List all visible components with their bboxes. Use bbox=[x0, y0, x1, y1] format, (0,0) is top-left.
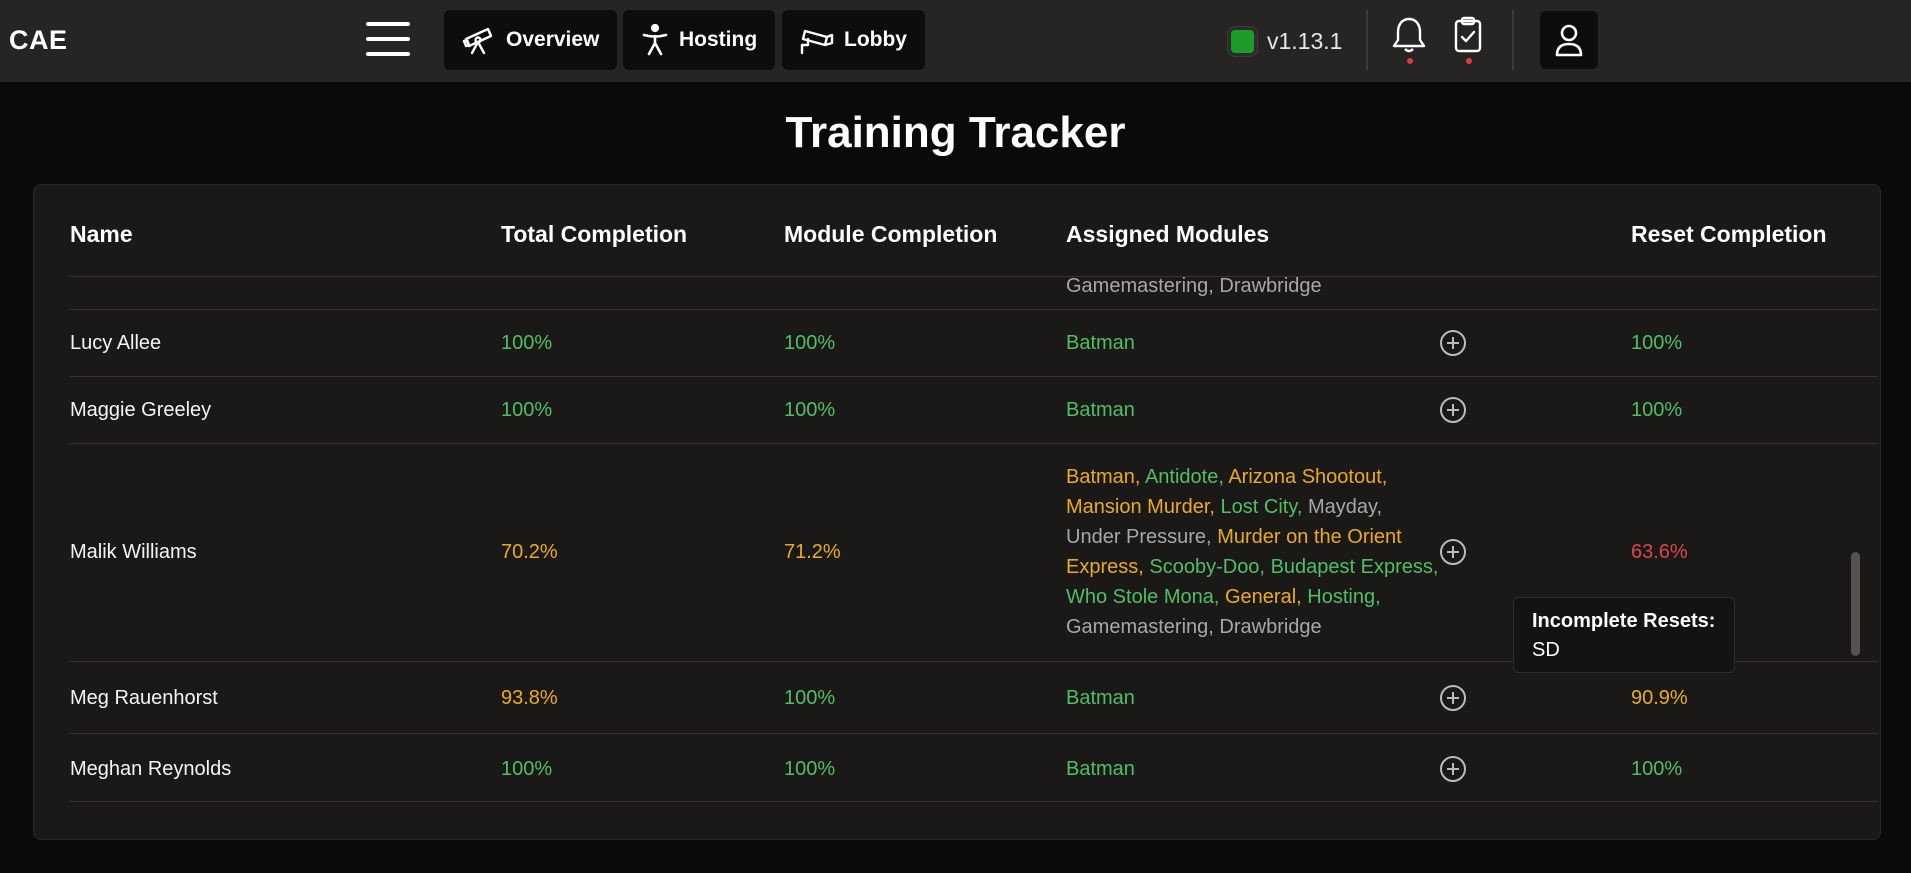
assigned-modules[interactable]: Batman bbox=[1066, 399, 1135, 422]
nav-hosting-button[interactable]: Hosting bbox=[623, 10, 776, 70]
assigned-modules[interactable]: Batman bbox=[1066, 332, 1135, 355]
module-item[interactable]: Mayday, bbox=[1308, 496, 1382, 518]
reset-completion[interactable]: 63.6% bbox=[1631, 541, 1688, 564]
assigned-modules[interactable]: Batman bbox=[1066, 687, 1135, 710]
assigned-modules[interactable]: Batman bbox=[1066, 758, 1135, 781]
module-item[interactable]: Mansion Murder, bbox=[1066, 496, 1215, 518]
user-name: Meg Rauenhorst bbox=[70, 687, 218, 709]
nav-lobby-label: Lobby bbox=[844, 28, 907, 51]
person-icon bbox=[642, 24, 668, 56]
nav-overview-label: Overview bbox=[506, 28, 600, 51]
tooltip-body: SD bbox=[1532, 639, 1560, 661]
user-icon bbox=[1555, 24, 1583, 57]
bell-icon bbox=[1392, 17, 1426, 53]
assigned-modules: Gamemastering, Drawbridge bbox=[1066, 275, 1322, 297]
column-header-total-completion[interactable]: Total Completion bbox=[501, 221, 687, 248]
security-camera-icon bbox=[800, 29, 834, 55]
user-name: Malik Williams bbox=[70, 541, 197, 563]
version-label: v1.13.1 bbox=[1267, 28, 1343, 54]
module-item[interactable]: Batman, bbox=[1066, 466, 1140, 488]
module-item[interactable]: Who Stole Mona, bbox=[1066, 586, 1219, 608]
total-completion: 93.8% bbox=[501, 687, 558, 709]
plus-circle-icon[interactable] bbox=[1439, 755, 1467, 783]
total-completion: 100% bbox=[501, 399, 553, 421]
plus-circle-icon[interactable] bbox=[1439, 329, 1467, 357]
user-name: Maggie Greeley bbox=[70, 399, 212, 421]
plus-circle-icon[interactable] bbox=[1439, 538, 1467, 566]
user-name: Lucy Allee bbox=[70, 332, 162, 354]
nav-hosting-label: Hosting bbox=[679, 28, 758, 51]
hamburger-icon[interactable] bbox=[366, 22, 410, 56]
table-scrollbar[interactable] bbox=[1851, 552, 1860, 656]
table-row: Lucy Allee 100% 100% Batman 100% bbox=[70, 310, 1878, 377]
plus-circle-icon[interactable] bbox=[1439, 684, 1467, 712]
top-bar: CAE Overview Hosting Lobby v1.13.1 bbox=[0, 0, 1911, 82]
total-completion: 100% bbox=[501, 758, 553, 780]
clipboard-check-icon bbox=[1454, 16, 1482, 53]
module-item[interactable]: Under Pressure, bbox=[1066, 526, 1212, 548]
module-item[interactable]: Scooby-Doo, bbox=[1149, 556, 1265, 578]
status-indicator bbox=[1228, 27, 1257, 56]
divider bbox=[1366, 10, 1368, 70]
module-item[interactable]: Antidote, bbox=[1145, 466, 1224, 488]
user-name: Meghan Reynolds bbox=[70, 758, 232, 780]
column-header-reset-completion[interactable]: Reset Completion bbox=[1631, 221, 1827, 248]
module-item[interactable]: Drawbridge bbox=[1219, 616, 1321, 638]
module-item[interactable]: Budapest Express, bbox=[1271, 556, 1439, 578]
notifications-button[interactable] bbox=[1391, 16, 1431, 64]
column-header-assigned-modules[interactable]: Assigned Modules bbox=[1066, 221, 1269, 248]
table-header: Name Total Completion Module Completion … bbox=[70, 185, 1878, 277]
training-table: Name Total Completion Module Completion … bbox=[33, 184, 1881, 840]
telescope-icon bbox=[462, 27, 493, 55]
reset-completion: 100% bbox=[1631, 399, 1683, 421]
tasks-dot bbox=[1466, 58, 1472, 64]
column-header-name[interactable]: Name bbox=[70, 221, 133, 248]
module-completion: 100% bbox=[784, 399, 836, 421]
brand-logo[interactable]: CAE bbox=[9, 25, 68, 56]
total-completion: 100% bbox=[501, 332, 553, 354]
incomplete-resets-tooltip: Incomplete Resets: SD bbox=[1513, 597, 1735, 673]
nav-lobby-button[interactable]: Lobby bbox=[782, 10, 925, 70]
module-item[interactable]: Lost City, bbox=[1221, 496, 1303, 518]
module-completion: 100% bbox=[784, 758, 836, 780]
notification-dot bbox=[1407, 58, 1413, 64]
table-row: Meghan Reynolds 100% 100% Batman 100% bbox=[70, 734, 1878, 802]
reset-completion: 90.9% bbox=[1631, 687, 1688, 709]
reset-completion: 100% bbox=[1631, 758, 1683, 780]
module-completion: 100% bbox=[784, 332, 836, 354]
tasks-button[interactable] bbox=[1452, 16, 1492, 64]
table-row: Maggie Greeley 100% 100% Batman 100% bbox=[70, 377, 1878, 444]
module-item[interactable]: Hosting, bbox=[1307, 586, 1380, 608]
divider bbox=[1512, 10, 1514, 70]
module-item[interactable]: General, bbox=[1225, 586, 1302, 608]
user-menu-button[interactable] bbox=[1540, 11, 1598, 69]
column-header-module-completion[interactable]: Module Completion bbox=[784, 221, 997, 248]
module-completion: 100% bbox=[784, 687, 836, 709]
tooltip-title: Incomplete Resets: bbox=[1532, 610, 1716, 632]
nav-overview-button[interactable]: Overview bbox=[444, 10, 618, 70]
page-title: Training Tracker bbox=[785, 108, 1126, 157]
module-completion: 71.2% bbox=[784, 541, 841, 563]
plus-circle-icon[interactable] bbox=[1439, 396, 1467, 424]
module-item[interactable]: Arizona Shootout, bbox=[1228, 466, 1387, 488]
reset-completion: 100% bbox=[1631, 332, 1683, 354]
total-completion: 70.2% bbox=[501, 541, 558, 563]
module-item[interactable]: Gamemastering, bbox=[1066, 616, 1214, 638]
assigned-modules[interactable]: Batman, Antidote, Arizona Shootout, Mans… bbox=[1066, 462, 1441, 642]
